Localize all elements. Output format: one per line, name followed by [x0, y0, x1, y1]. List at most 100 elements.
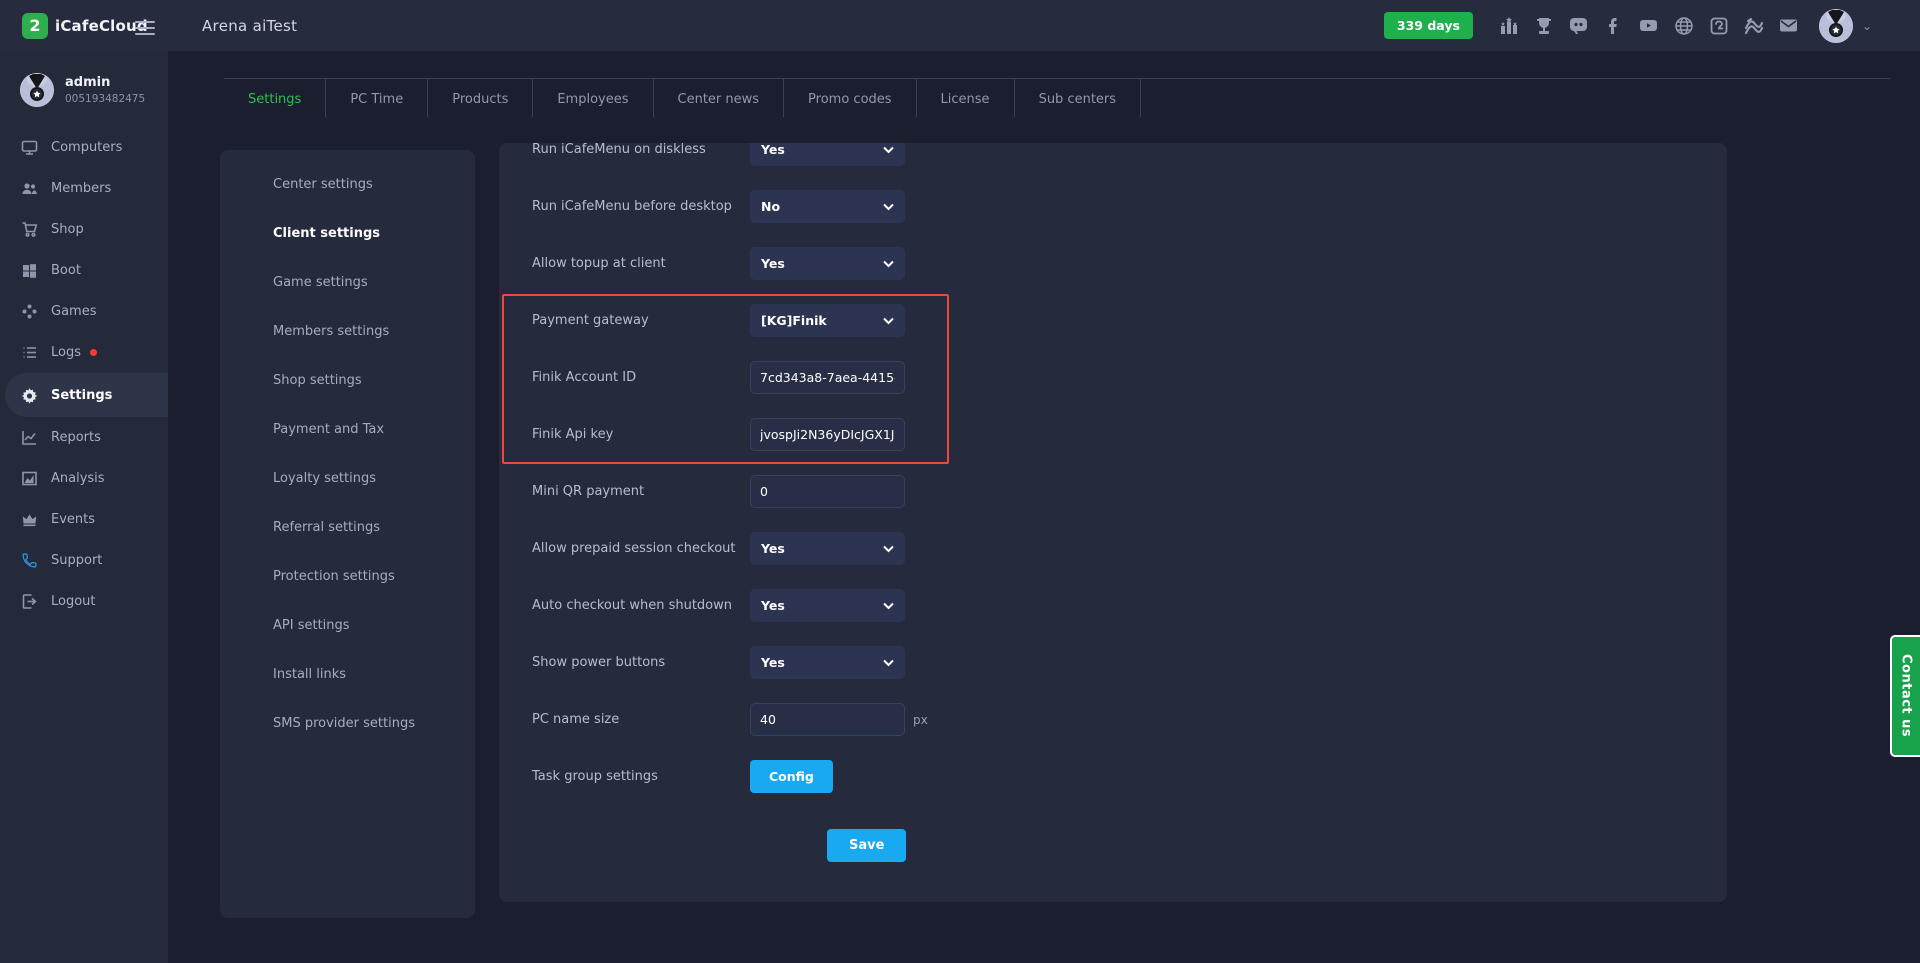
sidebar-item-label: Computers [51, 140, 122, 155]
allow-prepaid-session-checkout-select[interactable]: Yes [750, 532, 905, 565]
sidebar-item-label: Boot [51, 263, 81, 278]
cart-icon [21, 221, 38, 238]
mini-qr-payment-input[interactable] [750, 475, 905, 508]
form-row-payment-gateway: Payment gateway [KG]Finik [532, 292, 1727, 349]
contact-us-button[interactable]: Contact us [1890, 635, 1920, 757]
submenu-shop-settings[interactable]: Shop settings [220, 356, 475, 405]
submenu-loyalty-settings[interactable]: Loyalty settings [220, 454, 475, 503]
sidebar-nav: Computers Members Shop Boot Games Logs S… [0, 127, 168, 622]
tab-products[interactable]: Products [428, 79, 533, 117]
sidebar: admin 005193482475 Computers Members Sho… [0, 51, 168, 963]
sidebar-item-label: Support [51, 553, 102, 568]
sidebar-item-games[interactable]: Games [0, 291, 168, 332]
field-label: Finik Account ID [532, 370, 750, 385]
sidebar-item-members[interactable]: Members [0, 168, 168, 209]
run-icafemenu-before-desktop-select[interactable]: No [750, 190, 905, 223]
sidebar-item-settings[interactable]: Settings [5, 373, 168, 417]
trophy-icon[interactable] [1533, 15, 1555, 37]
finik-account-id-input[interactable] [750, 361, 905, 394]
topbar: 2 iCafeCloud Arena aiTest 339 days [0, 0, 1920, 51]
leaderboard-icon[interactable] [1498, 15, 1520, 37]
payment-gateway-select[interactable]: [KG]Finik [750, 304, 905, 337]
profile: admin 005193482475 [0, 51, 168, 107]
sidebar-item-analysis[interactable]: Analysis [0, 458, 168, 499]
config-button[interactable]: Config [750, 760, 833, 793]
tab-settings[interactable]: Settings [224, 79, 326, 117]
sidebar-item-logout[interactable]: Logout [0, 581, 168, 622]
games-icon [21, 303, 38, 320]
logs-alert-dot [90, 349, 97, 356]
logo-glyph: 2 [29, 16, 40, 35]
run-icafemenu-on-diskless-select[interactable]: Yes [750, 143, 905, 166]
client-settings-form: Run iCafeMenu on diskless Yes Run iCafeM… [499, 143, 1727, 862]
tab-sub-centers[interactable]: Sub centers [1015, 79, 1141, 117]
submenu-protection-settings[interactable]: Protection settings [220, 552, 475, 601]
submenu-client-settings[interactable]: Client settings [220, 209, 475, 258]
sidebar-item-shop[interactable]: Shop [0, 209, 168, 250]
subscription-days-badge[interactable]: 339 days [1384, 12, 1473, 39]
save-button[interactable]: Save [827, 829, 906, 862]
mail-icon[interactable] [1778, 15, 1800, 37]
gear-icon [21, 387, 38, 404]
form-row-finik-account-id: Finik Account ID [532, 349, 1727, 406]
finik-api-key-input[interactable] [750, 418, 905, 451]
sidebar-item-label: Logs [51, 345, 81, 360]
submenu-sms-provider-settings[interactable]: SMS provider settings [220, 699, 475, 748]
submenu-members-settings[interactable]: Members settings [220, 307, 475, 356]
topbar-right: 339 days ⌄ [1384, 9, 1920, 43]
chevron-down-icon [883, 146, 894, 154]
discord-icon[interactable] [1568, 15, 1590, 37]
tab-license[interactable]: License [917, 79, 1015, 117]
sidebar-item-label: Settings [51, 388, 112, 403]
auto-checkout-when-shutdown-select[interactable]: Yes [750, 589, 905, 622]
field-label: Run iCafeMenu on diskless [532, 143, 750, 157]
tab-pc-time[interactable]: PC Time [326, 79, 428, 117]
field-label: Finik Api key [532, 427, 750, 442]
sidebar-item-events[interactable]: Events [0, 499, 168, 540]
submenu-install-links[interactable]: Install links [220, 650, 475, 699]
sidebar-item-logs[interactable]: Logs [0, 332, 168, 373]
sidebar-item-label: Analysis [51, 471, 105, 486]
form-row-auto-checkout-when-shutdown: Auto checkout when shutdown Yes [532, 577, 1727, 634]
icafecloud-icon[interactable] [1708, 15, 1730, 37]
globe-icon[interactable] [1673, 15, 1695, 37]
sidebar-avatar[interactable] [20, 73, 54, 107]
sidebar-item-label: Reports [51, 430, 101, 445]
field-label: Allow topup at client [532, 256, 750, 271]
user-id: 005193482475 [65, 93, 145, 105]
submenu-api-settings[interactable]: API settings [220, 601, 475, 650]
client-settings-form-card: Run iCafeMenu on diskless Yes Run iCafeM… [499, 143, 1727, 902]
show-power-buttons-select[interactable]: Yes [750, 646, 905, 679]
sidebar-item-reports[interactable]: Reports [0, 417, 168, 458]
px-unit-label: px [913, 713, 928, 727]
user-avatar[interactable] [1819, 9, 1853, 43]
sidebar-item-label: Games [51, 304, 96, 319]
field-label: Run iCafeMenu before desktop [532, 199, 750, 214]
youtube-icon[interactable] [1638, 15, 1660, 37]
user-name: admin [65, 75, 145, 90]
submenu-payment-and-tax[interactable]: Payment and Tax [220, 405, 475, 454]
layers-icon[interactable] [1743, 15, 1765, 37]
sidebar-item-computers[interactable]: Computers [0, 127, 168, 168]
allow-topup-at-client-select[interactable]: Yes [750, 247, 905, 280]
chevron-down-icon [883, 317, 894, 325]
form-row-show-power-buttons: Show power buttons Yes [532, 634, 1727, 691]
hamburger-menu-icon[interactable] [132, 17, 158, 35]
submenu-referral-settings[interactable]: Referral settings [220, 503, 475, 552]
tab-employees[interactable]: Employees [533, 79, 653, 117]
avatar-chevron-down-icon[interactable]: ⌄ [1862, 19, 1872, 33]
facebook-icon[interactable] [1603, 15, 1625, 37]
sidebar-item-label: Logout [51, 594, 96, 609]
tab-promo-codes[interactable]: Promo codes [784, 79, 917, 117]
sidebar-item-boot[interactable]: Boot [0, 250, 168, 291]
sidebar-item-label: Events [51, 512, 95, 527]
line-chart-icon [21, 429, 38, 446]
submenu-center-settings[interactable]: Center settings [220, 160, 475, 209]
members-icon [21, 180, 38, 197]
sidebar-item-label: Members [51, 181, 111, 196]
submenu-game-settings[interactable]: Game settings [220, 258, 475, 307]
pc-name-size-input[interactable] [750, 703, 905, 736]
sidebar-item-support[interactable]: Support [0, 540, 168, 581]
sidebar-item-label: Shop [51, 222, 84, 237]
tab-center-news[interactable]: Center news [654, 79, 785, 117]
